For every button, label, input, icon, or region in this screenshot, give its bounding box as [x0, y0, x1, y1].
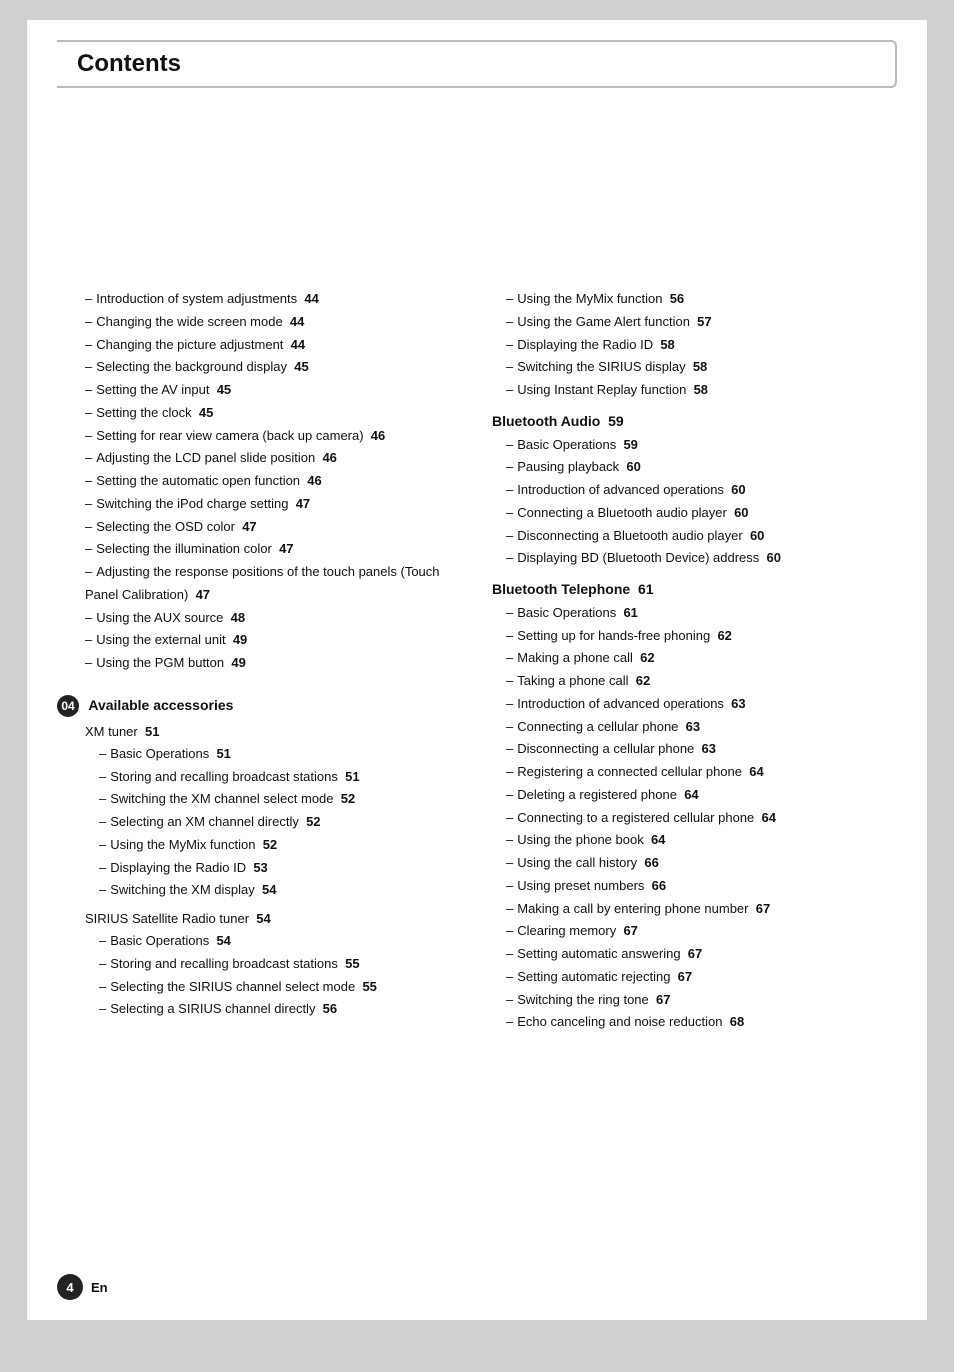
list-item: –Storing and recalling broadcast station… [99, 766, 462, 789]
list-item: –Setting the AV input 45 [85, 379, 462, 402]
page-title: Contents [77, 50, 181, 77]
left-top-items: –Introduction of system adjustments 44 –… [57, 288, 462, 675]
list-item: –Deleting a registered phone 64 [506, 784, 897, 807]
list-item: –Selecting the background display 45 [85, 356, 462, 379]
bt-phone-items: –Basic Operations 61 –Setting up for han… [492, 602, 897, 1034]
xm-tuner-items: –Basic Operations 51 –Storing and recall… [57, 743, 462, 902]
list-item: –Pausing playback 60 [506, 456, 897, 479]
list-item: –Using the MyMix function 52 [99, 834, 462, 857]
list-item: –Clearing memory 67 [506, 920, 897, 943]
bt-phone-header: Bluetooth Telephone 61 [492, 578, 897, 602]
list-item: –Echo canceling and noise reduction 68 [506, 1011, 897, 1034]
list-item: –Introduction of advanced operations 60 [506, 479, 897, 502]
page: Contents –Introduction of system adjustm… [27, 20, 927, 1320]
list-item: –Setting up for hands-free phoning 62 [506, 625, 897, 648]
left-column: –Introduction of system adjustments 44 –… [57, 288, 462, 1034]
list-item: –Making a call by entering phone number … [506, 898, 897, 921]
section-title: Available accessories [88, 697, 233, 713]
list-item: –Setting automatic answering 67 [506, 943, 897, 966]
list-item: –Using the external unit 49 [85, 629, 462, 652]
list-item: –Setting automatic rejecting 67 [506, 966, 897, 989]
list-item: –Basic Operations 54 [99, 930, 462, 953]
list-item: –Connecting to a registered cellular pho… [506, 807, 897, 830]
list-item: –Displaying the Radio ID 58 [506, 334, 897, 357]
list-item: –Displaying BD (Bluetooth Device) addres… [506, 547, 897, 570]
list-item: –Connecting a Bluetooth audio player 60 [506, 502, 897, 525]
list-item: –Using the MyMix function 56 [506, 288, 897, 311]
list-item: –Setting the clock 45 [85, 402, 462, 425]
sirius-items: –Basic Operations 54 –Storing and recall… [57, 930, 462, 1021]
list-item: –Switching the XM display 54 [99, 879, 462, 902]
list-item: –Connecting a cellular phone 63 [506, 716, 897, 739]
xm-tuner-header: XM tuner 51 [57, 721, 462, 743]
header-title-bar: Contents [57, 40, 897, 88]
list-item: –Disconnecting a Bluetooth audio player … [506, 525, 897, 548]
list-item: –Introduction of system adjustments 44 [85, 288, 462, 311]
list-item: –Disconnecting a cellular phone 63 [506, 738, 897, 761]
list-item: –Switching the XM channel select mode 52 [99, 788, 462, 811]
list-item: –Adjusting the LCD panel slide position … [85, 447, 462, 470]
list-item: –Introduction of advanced operations 63 [506, 693, 897, 716]
footer-page-number: 4 [57, 1274, 83, 1300]
right-column: –Using the MyMix function 56 –Using the … [492, 288, 897, 1034]
list-item: –Displaying the Radio ID 53 [99, 857, 462, 880]
list-item: –Selecting the SIRIUS channel select mod… [99, 976, 462, 999]
bt-audio-header: Bluetooth Audio 59 [492, 410, 897, 434]
footer-language: En [91, 1280, 108, 1295]
list-item: –Basic Operations 59 [506, 434, 897, 457]
list-item: –Making a phone call 62 [506, 647, 897, 670]
list-item: –Using the PGM button 49 [85, 652, 462, 675]
list-item: –Adjusting the response positions of the… [85, 561, 462, 607]
list-item: –Selecting the OSD color 47 [85, 516, 462, 539]
list-item: –Basic Operations 61 [506, 602, 897, 625]
list-item: –Using the Game Alert function 57 [506, 311, 897, 334]
list-item: –Using the call history 66 [506, 852, 897, 875]
list-item: –Selecting the illumination color 47 [85, 538, 462, 561]
section-04-header: 04 Available accessories [57, 695, 462, 717]
list-item: –Changing the wide screen mode 44 [85, 311, 462, 334]
list-item: –Storing and recalling broadcast station… [99, 953, 462, 976]
sirius-header: SIRIUS Satellite Radio tuner 54 [57, 908, 462, 930]
footer: 4 En [57, 1274, 108, 1300]
sirius-continued: –Using the MyMix function 56 –Using the … [492, 288, 897, 402]
list-item: –Switching the ring tone 67 [506, 989, 897, 1012]
list-item: –Using Instant Replay function 58 [506, 379, 897, 402]
header: Contents [57, 40, 897, 88]
content-columns: –Introduction of system adjustments 44 –… [57, 288, 897, 1034]
list-item: –Setting the automatic open function 46 [85, 470, 462, 493]
section-number: 04 [57, 695, 79, 717]
list-item: –Setting for rear view camera (back up c… [85, 425, 462, 448]
list-item: –Using preset numbers 66 [506, 875, 897, 898]
bt-audio-items: –Basic Operations 59 –Pausing playback 6… [492, 434, 897, 571]
list-item: –Switching the iPod charge setting 47 [85, 493, 462, 516]
left-sub-items: –Introduction of system adjustments 44 –… [57, 288, 462, 675]
list-item: –Taking a phone call 62 [506, 670, 897, 693]
list-item: –Changing the picture adjustment 44 [85, 334, 462, 357]
list-item: –Switching the SIRIUS display 58 [506, 356, 897, 379]
list-item: –Using the phone book 64 [506, 829, 897, 852]
list-item: –Selecting a SIRIUS channel directly 56 [99, 998, 462, 1021]
list-item: –Selecting an XM channel directly 52 [99, 811, 462, 834]
list-item: –Basic Operations 51 [99, 743, 462, 766]
list-item: –Registering a connected cellular phone … [506, 761, 897, 784]
list-item: –Using the AUX source 48 [85, 607, 462, 630]
